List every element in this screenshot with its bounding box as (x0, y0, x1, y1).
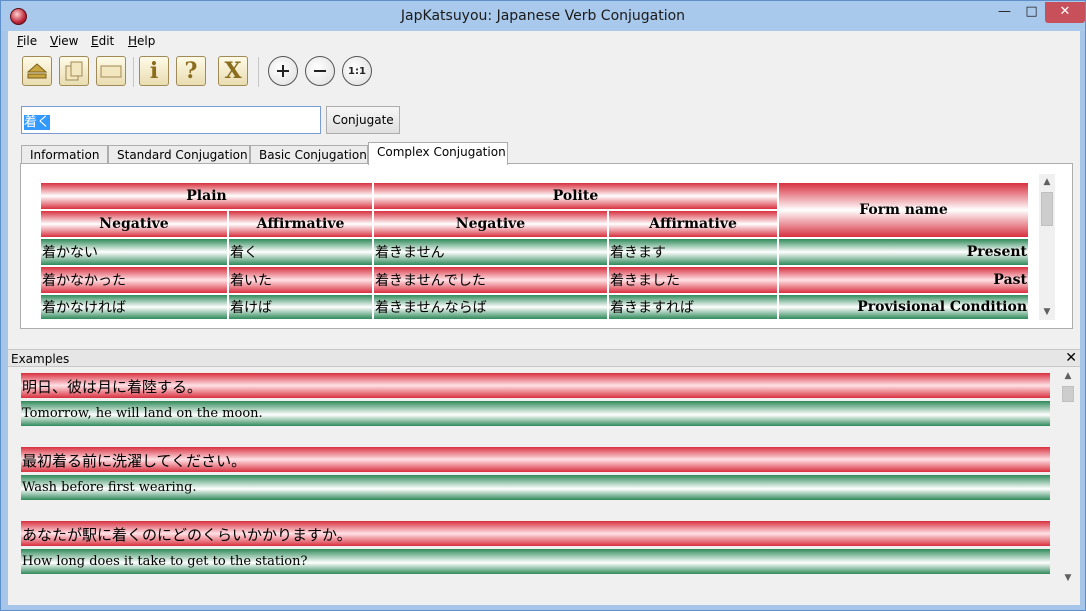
table-cell: 着きます (609, 239, 777, 265)
menu-help[interactable]: Help (128, 34, 155, 48)
menu-view-accel: V (50, 34, 58, 48)
example-english: Tomorrow, he will land on the moon. (21, 401, 1050, 426)
zoom-in-glyph (277, 65, 289, 77)
examples-list: 明日、彼は月に着陸する。 Tomorrow, he will land on t… (8, 368, 1080, 605)
scrollbar-thumb[interactable] (1062, 386, 1074, 402)
menu-edit[interactable]: Edit (91, 34, 114, 48)
complex-conjugation-panel: Plain Polite Form name Negative Affirmat… (20, 163, 1073, 329)
verb-input[interactable]: 着く (21, 106, 321, 134)
menu-help-label: elp (137, 34, 156, 48)
zoom-out-glyph (314, 70, 326, 72)
examples-header: Examples ✕ (8, 349, 1080, 367)
example-english: Wash before first wearing. (21, 475, 1050, 500)
scroll-up-icon[interactable]: ▲ (1060, 368, 1076, 384)
table-cell: 着かない (41, 239, 227, 265)
eject-button[interactable] (22, 56, 52, 86)
copy-icon (65, 61, 83, 81)
header-plain-affirmative: Affirmative (229, 211, 372, 237)
minimize-button[interactable]: — (991, 2, 1018, 23)
maximize-button[interactable]: □ (1018, 2, 1045, 23)
help-icon[interactable]: ? (176, 56, 206, 86)
zoom-in-icon[interactable] (268, 56, 298, 86)
window-icon (100, 65, 122, 78)
scroll-up-icon[interactable]: ▲ (1039, 174, 1055, 190)
tab-standard-conjugation[interactable]: Standard Conjugation (108, 145, 250, 164)
table-cell: 着けば (229, 295, 372, 319)
tab-basic-conjugation[interactable]: Basic Conjugation (250, 145, 368, 164)
example-japanese: あなたが駅に着くのにどのくらいかかりますか。 (21, 521, 1050, 546)
table-cell: 着いた (229, 267, 372, 293)
header-polite-affirmative: Affirmative (609, 211, 777, 237)
example-japanese: 明日、彼は月に着陸する。 (21, 373, 1050, 398)
menu-file[interactable]: File (17, 34, 37, 48)
verb-input-value: 着く (24, 115, 51, 130)
examples-close-icon[interactable]: ✕ (1065, 350, 1077, 366)
form-name-cell: Past (779, 267, 1028, 293)
tab-information[interactable]: Information (21, 145, 108, 164)
table-cell: 着きません (374, 239, 607, 265)
title-bar[interactable]: JapKatsuyou: Japanese Verb Conjugation —… (1, 1, 1085, 31)
table-cell: 着かなかった (41, 267, 227, 293)
header-plain: Plain (41, 183, 372, 209)
header-polite: Polite (374, 183, 777, 209)
close-button[interactable]: ✕ (1045, 2, 1085, 23)
header-form-name: Form name (779, 183, 1028, 237)
menu-bar: File View Edit Help (8, 31, 1080, 52)
window-title: JapKatsuyou: Japanese Verb Conjugation (400, 8, 686, 24)
zoom-reset-icon[interactable]: 1:1 (342, 56, 372, 86)
menu-view[interactable]: View (50, 34, 78, 48)
menu-edit-accel: E (91, 34, 99, 48)
menu-edit-label: dit (98, 34, 115, 48)
zoom-out-icon[interactable] (305, 56, 335, 86)
toolbar: i ? X 1:1 (8, 53, 1080, 91)
window-button[interactable] (96, 56, 126, 86)
table-cell: 着きますれば (609, 295, 777, 319)
table-scrollbar[interactable]: ▲ ▼ (1039, 174, 1055, 320)
toolbar-separator (133, 57, 134, 87)
table-cell: 着きませんでした (374, 267, 607, 293)
table-cell: 着かなければ (41, 295, 227, 319)
header-plain-negative: Negative (41, 211, 227, 237)
info-icon[interactable]: i (139, 56, 169, 86)
tab-complex-conjugation[interactable]: Complex Conjugation (368, 142, 508, 165)
scrollbar-thumb[interactable] (1041, 192, 1053, 226)
examples-scrollbar[interactable]: ▲ ▼ (1060, 368, 1076, 586)
header-polite-negative: Negative (374, 211, 607, 237)
table-cell: 着きませんならば (374, 295, 607, 319)
conjugate-button[interactable]: Conjugate (326, 106, 400, 134)
scroll-down-icon[interactable]: ▼ (1039, 304, 1055, 320)
form-name-cell: Provisional Condition (779, 295, 1028, 319)
example-english: How long does it take to get to the stat… (21, 549, 1050, 574)
examples-title: Examples (11, 352, 70, 366)
toolbar-separator (258, 57, 259, 87)
menu-help-accel: H (128, 34, 138, 48)
scroll-down-icon[interactable]: ▼ (1060, 570, 1076, 586)
menu-file-label: ile (23, 34, 38, 48)
copy-button[interactable] (59, 56, 89, 86)
table-cell: 着く (229, 239, 372, 265)
exit-icon[interactable]: X (218, 56, 248, 86)
eject-icon (26, 63, 48, 79)
client-area: File View Edit Help i ? X 1:1 着く Conjuga… (8, 31, 1080, 605)
example-japanese: 最初着る前に洗濯してください。 (21, 447, 1050, 472)
form-name-cell: Present (779, 239, 1028, 265)
table-cell: 着きました (609, 267, 777, 293)
menu-view-label: iew (57, 34, 79, 48)
app-window: JapKatsuyou: Japanese Verb Conjugation —… (0, 0, 1086, 611)
